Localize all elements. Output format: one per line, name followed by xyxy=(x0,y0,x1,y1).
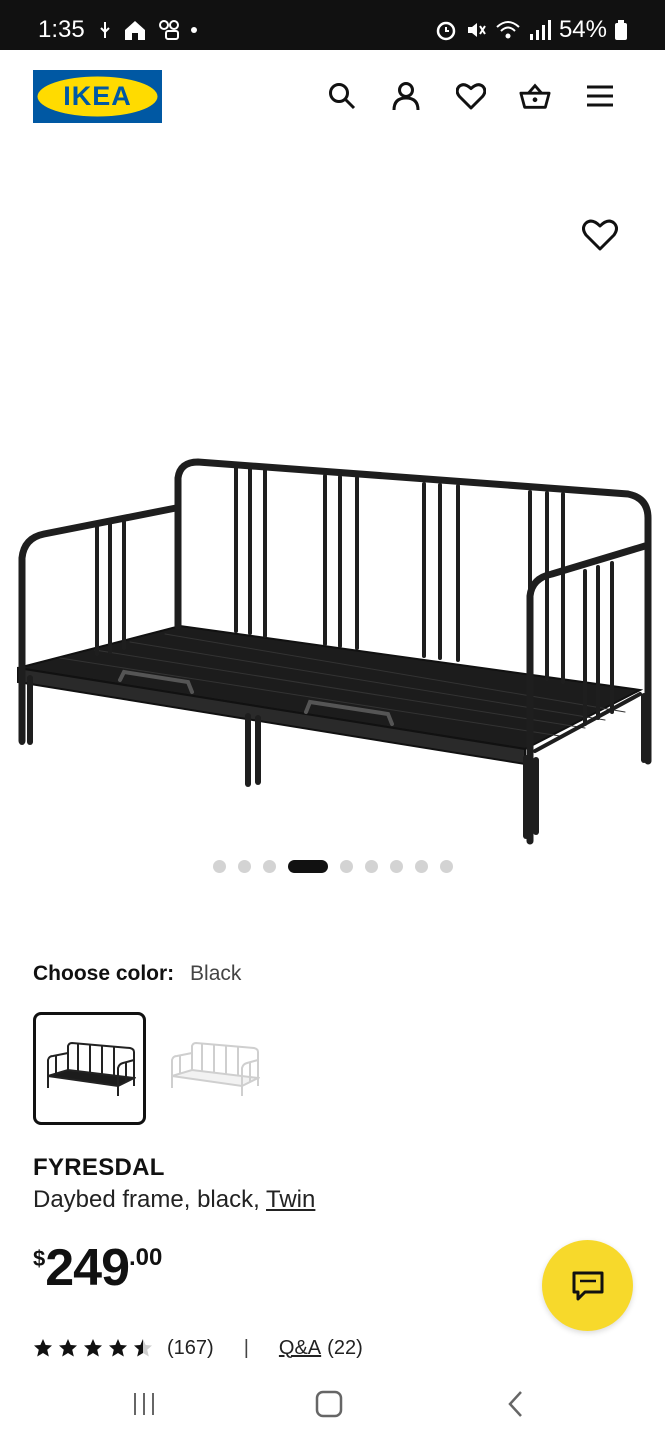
carousel-dot[interactable] xyxy=(287,859,328,873)
daybed-product-image xyxy=(17,458,652,845)
star-icon xyxy=(59,1339,77,1357)
qa-link[interactable]: Q&A xyxy=(279,1337,321,1360)
svg-text:IKEA: IKEA xyxy=(63,81,132,111)
signal-icon xyxy=(529,20,551,40)
recents-icon[interactable] xyxy=(128,1388,160,1420)
back-icon[interactable] xyxy=(500,1388,532,1420)
status-right: 54% xyxy=(435,16,627,44)
carousel-dot[interactable] xyxy=(237,859,251,873)
dot-icon xyxy=(191,27,197,33)
heart-icon[interactable] xyxy=(455,80,487,112)
review-count[interactable]: (167) xyxy=(167,1337,214,1360)
heart-icon[interactable] xyxy=(582,218,618,252)
product-image-carousel[interactable] xyxy=(0,146,665,845)
status-time: 1:35 xyxy=(38,16,85,43)
white-daybed-thumbnail[interactable] xyxy=(157,1012,270,1125)
wifi-icon xyxy=(496,21,520,39)
menu-icon[interactable] xyxy=(584,80,616,112)
daybed-thumbnail-image xyxy=(170,1041,260,1096)
color-label: Choose color: xyxy=(33,962,175,985)
price-decimal: .00 xyxy=(129,1244,163,1271)
chat-button[interactable] xyxy=(542,1240,633,1331)
daybed-thumbnail-image xyxy=(46,1041,136,1096)
mute-icon xyxy=(467,23,486,37)
star-icon xyxy=(84,1339,102,1357)
search-icon[interactable] xyxy=(326,80,358,112)
carousel-dot[interactable] xyxy=(439,859,453,873)
status-left-icons xyxy=(98,18,198,42)
battery-icon xyxy=(615,20,627,40)
size-link[interactable]: Twin xyxy=(266,1186,315,1213)
color-selector: Choose color: Black xyxy=(33,962,241,986)
price-currency: $ xyxy=(33,1246,46,1271)
carousel-dot[interactable] xyxy=(414,859,428,873)
battery-percent: 54% xyxy=(558,16,607,43)
qa-count: (22) xyxy=(327,1336,363,1359)
system-nav-bar xyxy=(0,1368,665,1440)
ratings-separator: | xyxy=(243,1336,249,1359)
home-icon xyxy=(125,21,145,40)
usb-icon xyxy=(100,22,110,38)
price-integer: 249 xyxy=(45,1239,130,1297)
product-description-text: Daybed frame, black, xyxy=(33,1186,267,1213)
product-description: Daybed frame, black, Twin xyxy=(33,1186,315,1214)
carousel-dots[interactable] xyxy=(0,858,665,874)
black-daybed-thumbnail[interactable] xyxy=(33,1012,146,1125)
product-name: FYRESDAL xyxy=(33,1154,165,1181)
chat-icon xyxy=(572,1271,603,1300)
ikea-logo[interactable]: IKEA xyxy=(33,70,162,123)
color-value: Black xyxy=(190,962,242,985)
header: IKEA xyxy=(0,50,665,146)
star-icon xyxy=(134,1339,152,1357)
alarm-icon xyxy=(436,21,456,41)
carousel-dot[interactable] xyxy=(212,859,226,873)
home-nav-icon[interactable] xyxy=(313,1388,345,1420)
carousel-dot[interactable] xyxy=(262,859,276,873)
product-price: $ 249 .00 xyxy=(33,1238,162,1294)
carousel-dot[interactable] xyxy=(364,859,378,873)
carousel-dot[interactable] xyxy=(339,859,353,873)
ratings-row: (167) | Q&A (22) xyxy=(33,1334,363,1362)
carousel-dot[interactable] xyxy=(389,859,403,873)
star-icon xyxy=(109,1339,127,1357)
star-icon xyxy=(34,1339,52,1357)
status-bar: 1:35 54% xyxy=(0,0,665,50)
voicemail-icon xyxy=(159,20,179,40)
star-rating[interactable] xyxy=(33,1338,153,1358)
cart-icon[interactable] xyxy=(519,80,551,112)
account-icon[interactable] xyxy=(390,80,422,112)
